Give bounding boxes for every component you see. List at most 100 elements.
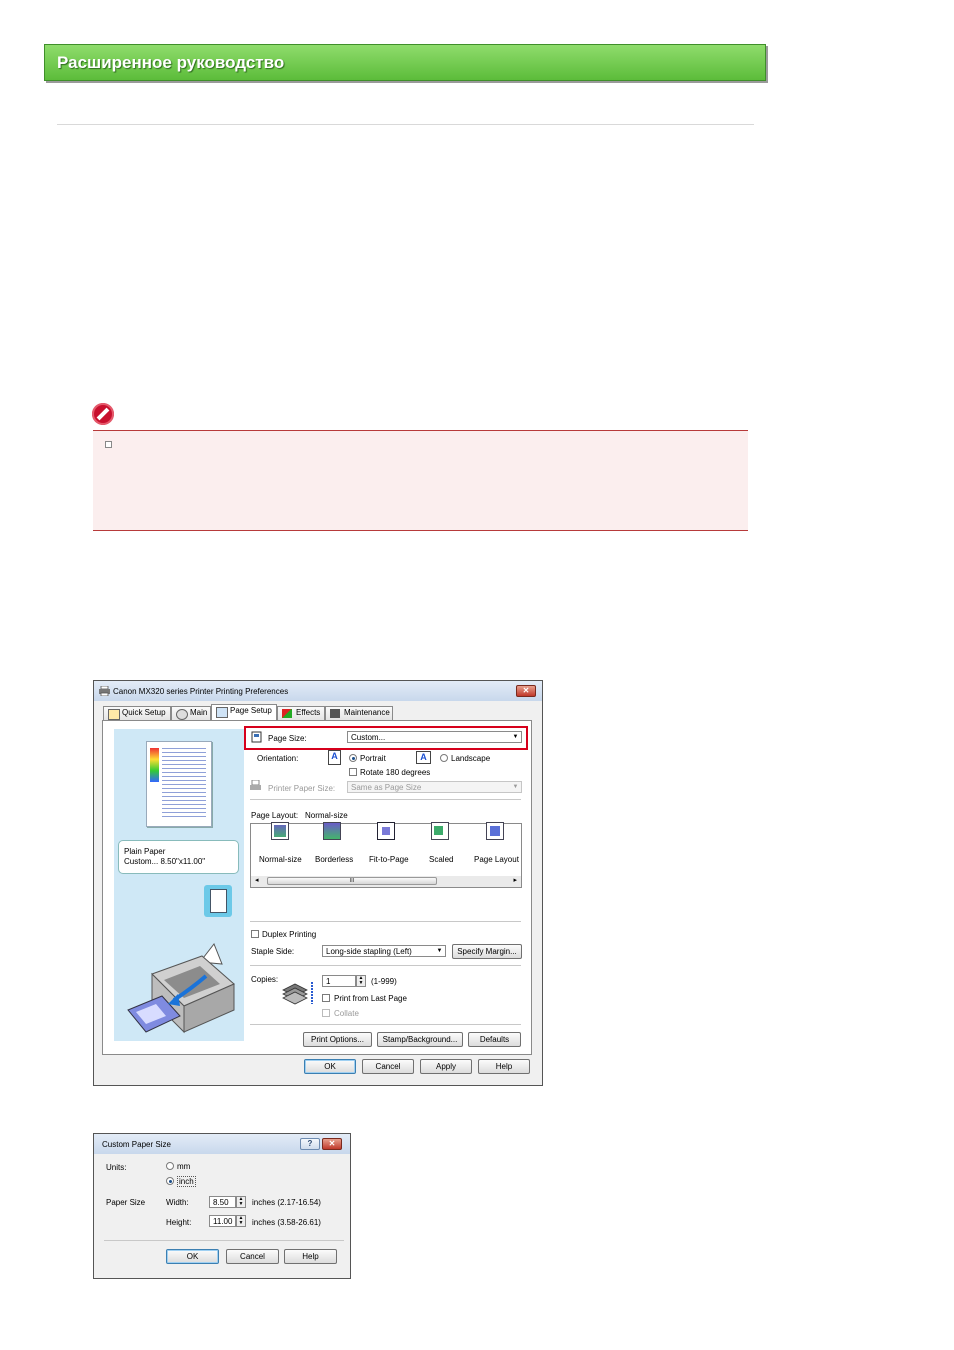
borderless-layout-icon[interactable] bbox=[323, 822, 341, 840]
scaled-layout-icon[interactable] bbox=[431, 822, 449, 840]
layout-fit-to-page-label: Fit-to-Page bbox=[369, 855, 409, 864]
duplex-printing-label: Duplex Printing bbox=[262, 930, 317, 939]
scroll-thumb[interactable]: III bbox=[267, 877, 437, 885]
fit-to-page-layout-icon[interactable] bbox=[377, 822, 395, 840]
inch-radio[interactable] bbox=[166, 1177, 174, 1185]
separator bbox=[104, 1240, 344, 1241]
orientation-label: Orientation: bbox=[257, 754, 299, 763]
effects-icon bbox=[282, 709, 292, 718]
copies-spinner[interactable]: ▲ ▼ bbox=[356, 975, 366, 987]
page-size-select[interactable]: Custom... ▼ bbox=[347, 731, 522, 743]
layout-scaled-label: Scaled bbox=[429, 855, 454, 864]
dialog-title: Custom Paper Size bbox=[102, 1140, 171, 1149]
chevron-down-icon: ▼ bbox=[512, 784, 519, 790]
apply-button[interactable]: Apply bbox=[420, 1059, 472, 1074]
separator bbox=[250, 921, 521, 922]
printer-paper-size-icon bbox=[250, 780, 261, 790]
bullet-icon bbox=[105, 441, 112, 448]
width-value: 8.50 bbox=[213, 1198, 229, 1207]
stamp-background-button[interactable]: Stamp/Background... bbox=[377, 1032, 463, 1047]
help-button[interactable]: Help bbox=[478, 1059, 530, 1074]
ok-button[interactable]: OK bbox=[304, 1059, 356, 1074]
preview-text-lines bbox=[162, 748, 206, 818]
height-input[interactable]: 11.00 bbox=[209, 1215, 236, 1227]
print-options-button[interactable]: Print Options... bbox=[303, 1032, 372, 1047]
media-info-box: Plain Paper Custom... 8.50"x11.00" bbox=[118, 840, 239, 874]
portrait-label: Portrait bbox=[360, 754, 386, 763]
page-preview bbox=[146, 741, 212, 827]
scroll-left-icon[interactable]: ◂ bbox=[255, 876, 259, 884]
tab-label: Page Setup bbox=[230, 706, 272, 715]
page-size-icon bbox=[251, 731, 262, 743]
scroll-right-icon[interactable]: ▸ bbox=[513, 876, 517, 884]
preview-image bbox=[150, 748, 159, 782]
print-from-last-page-checkbox[interactable] bbox=[322, 994, 330, 1002]
collate-label: Collate bbox=[334, 1009, 359, 1018]
inch-label: inch bbox=[177, 1176, 196, 1187]
media-type-text: Plain Paper bbox=[124, 847, 166, 856]
media-size-text: Custom... 8.50"x11.00" bbox=[124, 857, 206, 866]
printer-illustration-icon bbox=[127, 943, 235, 1034]
header-title: Расширенное руководство bbox=[57, 53, 285, 72]
scroll-thumb-grip: III bbox=[349, 878, 355, 884]
page-size-value: Custom... bbox=[351, 733, 386, 742]
print-from-last-page-label: Print from Last Page bbox=[334, 994, 407, 1003]
layout-borderless-label: Borderless bbox=[315, 855, 354, 864]
height-spinner[interactable]: ▲ ▼ bbox=[236, 1215, 246, 1227]
chevron-down-icon: ▼ bbox=[436, 948, 443, 954]
page-size-label: Page Size: bbox=[268, 734, 307, 743]
landscape-icon: A bbox=[416, 751, 431, 764]
normal-size-layout-icon[interactable] bbox=[271, 822, 289, 840]
page-setup-icon bbox=[216, 707, 228, 718]
tab-effects[interactable]: Effects bbox=[277, 706, 325, 720]
tab-page-setup[interactable]: Page Setup bbox=[211, 704, 277, 721]
width-input[interactable]: 8.50 bbox=[209, 1196, 236, 1208]
separator bbox=[250, 1024, 521, 1025]
width-label: Width: bbox=[166, 1198, 189, 1207]
height-value: 11.00 bbox=[213, 1217, 233, 1226]
header-divider bbox=[57, 124, 754, 125]
portrait-radio[interactable] bbox=[349, 754, 357, 762]
quick-setup-icon bbox=[108, 709, 120, 720]
chevron-down-icon: ▼ bbox=[512, 734, 519, 740]
cancel-button[interactable]: Cancel bbox=[362, 1059, 414, 1074]
copies-stack-icon bbox=[282, 982, 313, 1005]
ok-button[interactable]: OK bbox=[166, 1249, 219, 1264]
help-icon: ? bbox=[307, 1139, 313, 1148]
tab-label: Main bbox=[190, 708, 208, 717]
printer-paper-size-select[interactable]: Same as Page Size ▼ bbox=[347, 781, 522, 793]
staple-side-label: Staple Side: bbox=[251, 947, 295, 956]
defaults-button[interactable]: Defaults bbox=[468, 1032, 521, 1047]
separator bbox=[250, 965, 521, 966]
tab-quick-setup[interactable]: Quick Setup bbox=[103, 706, 171, 720]
rotate-180-label: Rotate 180 degrees bbox=[360, 768, 431, 777]
copies-input[interactable]: 1 bbox=[322, 975, 356, 987]
duplex-printing-checkbox[interactable] bbox=[251, 930, 259, 938]
layout-scrollbar[interactable]: ◂ III ▸ bbox=[251, 876, 521, 887]
specify-margin-button[interactable]: Specify Margin... bbox=[452, 944, 522, 959]
main-icon bbox=[176, 709, 188, 720]
important-notice-box bbox=[93, 430, 748, 531]
landscape-radio[interactable] bbox=[440, 754, 448, 762]
help-button[interactable]: Help bbox=[284, 1249, 337, 1264]
close-button[interactable]: ✕ bbox=[322, 1138, 342, 1150]
tab-maintenance[interactable]: Maintenance bbox=[325, 706, 393, 720]
preview-panel: Plain Paper Custom... 8.50"x11.00" bbox=[114, 729, 244, 1041]
printer-paper-size-value: Same as Page Size bbox=[351, 783, 422, 792]
tab-label: Quick Setup bbox=[122, 708, 166, 717]
landscape-label: Landscape bbox=[451, 754, 491, 763]
page-layout-label: Page Layout: bbox=[251, 811, 299, 820]
tab-main[interactable]: Main bbox=[171, 706, 211, 720]
landscape-glyph: A bbox=[420, 752, 427, 762]
rotate-180-checkbox[interactable] bbox=[349, 768, 357, 776]
mm-radio[interactable] bbox=[166, 1162, 174, 1170]
width-spinner[interactable]: ▲ ▼ bbox=[236, 1196, 246, 1208]
page-layout-layout-icon[interactable] bbox=[486, 822, 504, 840]
height-range: inches (3.58-26.61) bbox=[252, 1218, 321, 1227]
staple-side-select[interactable]: Long-side stapling (Left) ▼ bbox=[322, 945, 446, 957]
staple-side-value: Long-side stapling (Left) bbox=[326, 947, 412, 956]
help-title-button[interactable]: ? bbox=[300, 1138, 320, 1150]
collate-checkbox[interactable] bbox=[322, 1009, 330, 1017]
tab-label: Effects bbox=[296, 708, 321, 717]
cancel-button[interactable]: Cancel bbox=[226, 1249, 279, 1264]
